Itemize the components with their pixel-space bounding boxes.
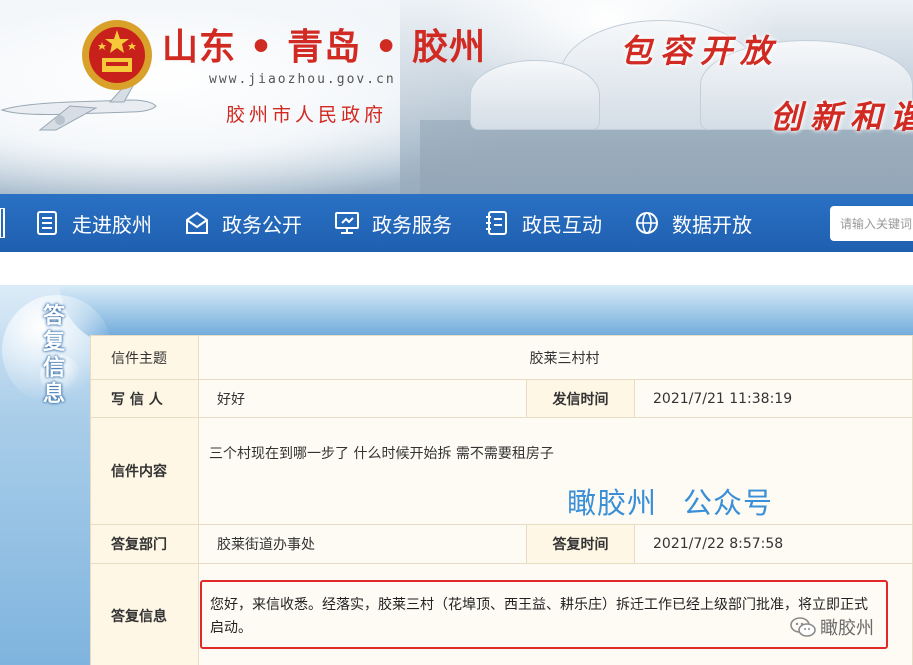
reply-info-highlight: 您好，来信收悉。经落实，胶莱三村（花埠顶、西王益、耕乐庄）拆迁工作已经上级部门批… — [200, 580, 888, 649]
nav-item-about[interactable]: 走进胶州 — [34, 194, 152, 252]
reply-time-value: 2021/7/22 8:57:58 — [634, 524, 913, 564]
content-value: 三个村现在到哪一步了 什么时候开始拆 需不需要租房子 — [209, 446, 554, 462]
nav-item-open-data[interactable]: 数据开放 — [634, 194, 752, 252]
watermark-right-text: 公众号 — [683, 486, 774, 520]
document-list-icon — [34, 210, 60, 236]
sent-time-value: 2021/7/21 11:38:19 — [634, 379, 913, 418]
watermark-left-text: 瞰胶州 — [567, 486, 658, 520]
reply-dept-value: 胶莱街道办事处 — [198, 524, 527, 564]
nav-edge-icon — [0, 208, 5, 238]
main-nav: 走进胶州 政务公开 政务服务 政民互动 数据开放 — [0, 194, 913, 252]
reply-dept-label: 答复部门 — [90, 524, 199, 564]
site-title: 山东 • 青岛 • 胶州 — [162, 26, 487, 68]
nav-item-gov-affairs[interactable]: 政务公开 — [184, 194, 302, 252]
site-url: www.jiaozhou.gov.cn — [209, 72, 396, 87]
reply-info-label: 答复信息 — [90, 563, 199, 665]
subject-label: 信件主题 — [90, 335, 199, 380]
sent-time-label: 发信时间 — [526, 379, 635, 418]
table-row: 写 信 人 好好 发信时间 2021/7/21 11:38:19 — [90, 379, 913, 418]
envelope-open-icon — [184, 210, 210, 236]
nav-item-services[interactable]: 政务服务 — [334, 194, 452, 252]
header-banner: 山东 • 青岛 • 胶州 www.jiaozhou.gov.cn 胶州市人民政府… — [0, 0, 913, 194]
side-title-char: 信 — [42, 355, 65, 381]
table-row: 答复部门 胶莱街道办事处 答复时间 2021/7/22 8:57:58 — [90, 524, 913, 564]
side-title-char: 复 — [42, 329, 65, 355]
globe-icon — [634, 210, 660, 236]
banner-terminal-left — [470, 60, 600, 130]
nav-item-label: 政务公开 — [222, 212, 302, 237]
content-label: 信件内容 — [90, 417, 199, 525]
writer-label: 写 信 人 — [90, 379, 199, 418]
spacer — [0, 252, 913, 285]
slogan-1: 包容开放 — [620, 32, 781, 70]
side-title-char: 息 — [42, 381, 65, 407]
watermark-overlay: 瞰胶州 公众号 — [567, 480, 773, 522]
reply-info-value: 您好，来信收悉。经落实，胶莱三村（花埠顶、西王益、耕乐庄）拆迁工作已经上级部门批… — [210, 597, 868, 636]
wechat-watermark: 瞰胶州 — [790, 614, 874, 640]
nav-item-label: 政务服务 — [372, 212, 452, 237]
monitor-icon — [334, 210, 360, 236]
nav-item-label: 数据开放 — [672, 212, 752, 237]
panel-side-title: 答 复 信 息 — [36, 303, 72, 407]
nav-item-label: 走进胶州 — [72, 212, 152, 237]
table-row: 信件内容 三个村现在到哪一步了 什么时候开始拆 需不需要租房子 — [90, 417, 913, 525]
table-row: 信件主题 胶莱三村村 — [90, 335, 913, 380]
nav-item-interaction[interactable]: 政民互动 — [484, 194, 602, 252]
side-title-char: 答 — [42, 303, 65, 329]
notebook-icon — [484, 210, 510, 236]
wechat-icon — [790, 617, 816, 637]
nav-item-label: 政民互动 — [522, 212, 602, 237]
writer-value: 好好 — [198, 379, 527, 418]
government-name: 胶州市人民政府 — [226, 104, 388, 126]
content-cell: 三个村现在到哪一步了 什么时候开始拆 需不需要租房子 — [198, 417, 913, 525]
reply-time-label: 答复时间 — [526, 524, 635, 564]
subject-value: 胶莱三村村 — [198, 335, 913, 380]
national-emblem-icon — [82, 20, 152, 90]
search-input[interactable] — [830, 206, 913, 241]
slogan-2: 创新和谐 — [770, 98, 913, 136]
wechat-account-name: 瞰胶州 — [820, 618, 874, 639]
